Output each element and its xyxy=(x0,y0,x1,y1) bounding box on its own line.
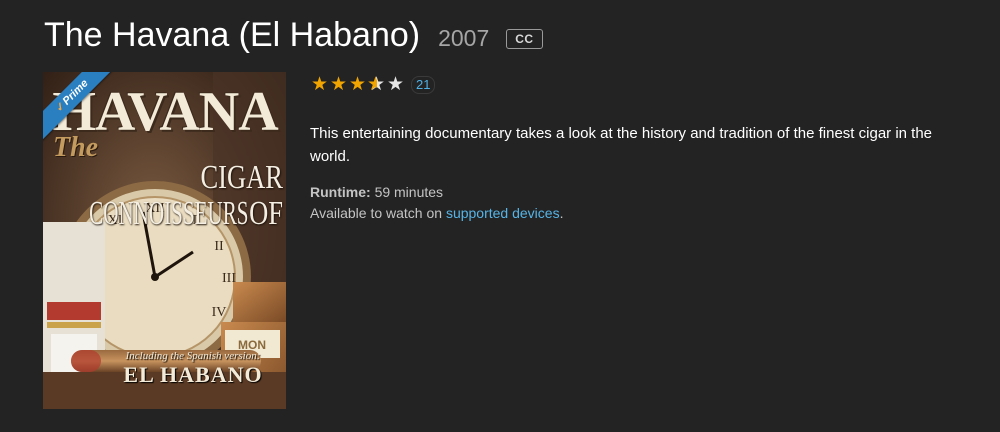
availability-suffix: . xyxy=(559,205,564,221)
closed-captions-badge: CC xyxy=(506,29,543,49)
supported-devices-link[interactable]: supported devices xyxy=(446,205,560,221)
availability-line: Available to watch on supported devices. xyxy=(310,202,980,224)
runtime: Runtime: 59 minutes xyxy=(310,182,980,202)
runtime-label: Runtime: xyxy=(310,184,371,200)
star-rating[interactable]: ★ ★ ★ ★ ★ ★ xyxy=(310,75,405,95)
poster-including-note: Including the Spanish version: xyxy=(125,350,261,362)
review-count-link[interactable]: 21 xyxy=(411,76,436,94)
release-year: 2007 xyxy=(438,25,490,51)
poster-spanish-title: EL HABANO xyxy=(123,362,263,387)
star-icon: ★ xyxy=(310,74,329,95)
details-panel: ★ ★ ★ ★ ★ ★ 21 This entertaining document… xyxy=(310,74,980,224)
star-icon: ★ xyxy=(329,74,348,95)
availability-prefix: Available to watch on xyxy=(310,205,446,221)
empty-star-icon: ★ xyxy=(386,74,405,95)
title-row: The Havana (El Habano) 2007 CC xyxy=(44,12,543,58)
synopsis: This entertaining documentary takes a lo… xyxy=(310,125,933,165)
poster-subtitle-line2: CONNOISSEURS xyxy=(89,195,249,232)
rating-row: ★ ★ ★ ★ ★ ★ 21 xyxy=(310,74,980,96)
svg-text:IV: IV xyxy=(212,305,227,320)
page-title: The Havana (El Habano) xyxy=(44,16,421,54)
runtime-value: 59 minutes xyxy=(374,184,444,200)
movie-poster[interactable]: XII I II III IV XI X IX VIII MON HAVANA … xyxy=(43,72,286,409)
poster-the: The xyxy=(53,132,99,163)
svg-text:II: II xyxy=(214,239,224,254)
star-icon: ★ xyxy=(348,74,367,95)
half-star-icon: ★ ★ xyxy=(367,74,386,95)
